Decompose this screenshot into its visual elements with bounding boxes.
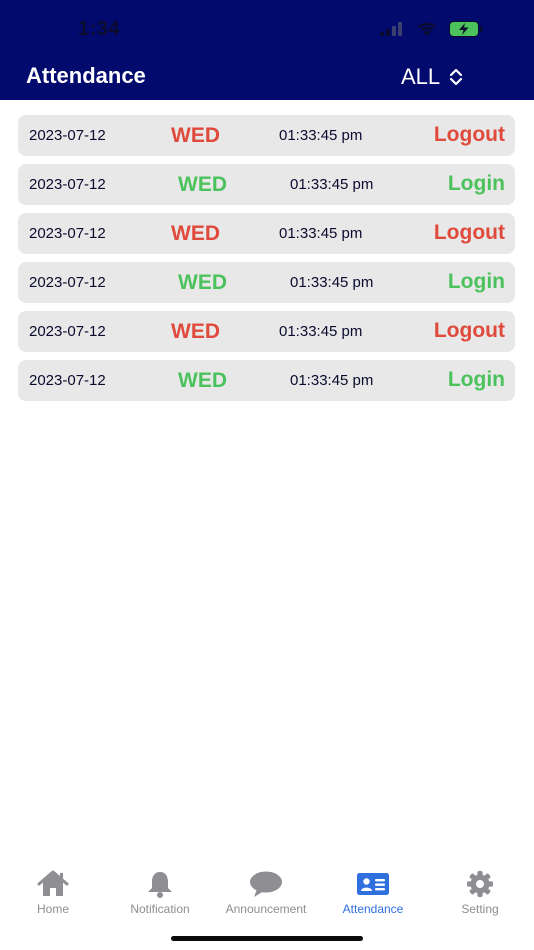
- status-time: 1:34: [78, 18, 121, 40]
- home-indicator: [171, 936, 363, 941]
- record-date: 2023-07-12: [29, 323, 106, 340]
- home-icon: [37, 870, 69, 896]
- record-time: 01:33:45 pm: [290, 274, 374, 291]
- record-day: WED: [178, 173, 227, 196]
- record-time: 01:33:45 pm: [279, 127, 363, 144]
- attendance-row[interactable]: 2023-07-12 WED 01:33:45 pm Login: [18, 262, 515, 303]
- record-time: 01:33:45 pm: [279, 323, 363, 340]
- tab-label: Announcement: [225, 902, 307, 916]
- record-time: 01:33:45 pm: [279, 225, 363, 242]
- tab-label: Setting: [461, 902, 499, 916]
- record-date: 2023-07-12: [29, 127, 106, 144]
- cellular-signal-icon: [380, 22, 402, 36]
- tab-setting[interactable]: Setting: [427, 870, 533, 920]
- record-type: Logout: [433, 123, 505, 146]
- gear-icon: [467, 871, 493, 897]
- id-card-icon: [357, 873, 389, 895]
- record-day: WED: [171, 124, 220, 147]
- record-type: Logout: [433, 221, 505, 244]
- record-day: WED: [171, 320, 220, 343]
- attendance-row[interactable]: 2023-07-12 WED 01:33:45 pm Logout: [18, 311, 515, 352]
- page-title: Attendance: [26, 63, 146, 88]
- record-day: WED: [178, 369, 227, 392]
- tab-home[interactable]: Home: [0, 870, 106, 920]
- record-date: 2023-07-12: [29, 274, 106, 291]
- record-day: WED: [178, 271, 227, 294]
- record-time: 01:33:45 pm: [290, 372, 374, 389]
- record-date: 2023-07-12: [29, 372, 106, 389]
- filter-dropdown[interactable]: ALL: [401, 63, 464, 91]
- chevron-up-down-icon: [450, 68, 463, 86]
- battery-charging-icon: [449, 21, 483, 37]
- bell-icon: [148, 872, 172, 898]
- record-type: Logout: [433, 319, 505, 342]
- tab-label: Home: [36, 902, 69, 916]
- record-type: Login: [447, 270, 505, 293]
- filter-label: ALL: [401, 64, 441, 89]
- chat-bubble-icon: [250, 871, 282, 897]
- record-type: Login: [447, 368, 505, 391]
- header: 1:34 Attendance ALL: [0, 0, 534, 100]
- record-date: 2023-07-12: [29, 176, 106, 193]
- record-type: Login: [447, 172, 505, 195]
- attendance-screen: 1:34 Attendance ALL 2023-07-12 WED 01:33…: [0, 0, 534, 950]
- tab-attendance[interactable]: Attendance: [320, 870, 426, 920]
- tab-label: Attendance: [342, 902, 404, 916]
- attendance-row[interactable]: 2023-07-12 WED 01:33:45 pm Login: [18, 164, 515, 205]
- attendance-list: 2023-07-12 WED 01:33:45 pm Logout 2023-0…: [18, 115, 515, 409]
- attendance-row[interactable]: 2023-07-12 WED 01:33:45 pm Logout: [18, 213, 515, 254]
- wifi-icon: [418, 22, 436, 36]
- attendance-row[interactable]: 2023-07-12 WED 01:33:45 pm Logout: [18, 115, 515, 156]
- record-day: WED: [171, 222, 220, 245]
- record-time: 01:33:45 pm: [290, 176, 374, 193]
- tab-announcement[interactable]: Announcement: [213, 870, 319, 920]
- tab-notification[interactable]: Notification: [107, 870, 213, 920]
- tab-label: Notification: [130, 902, 190, 916]
- status-bar: 1:34: [0, 0, 534, 56]
- record-date: 2023-07-12: [29, 225, 106, 242]
- attendance-row[interactable]: 2023-07-12 WED 01:33:45 pm Login: [18, 360, 515, 401]
